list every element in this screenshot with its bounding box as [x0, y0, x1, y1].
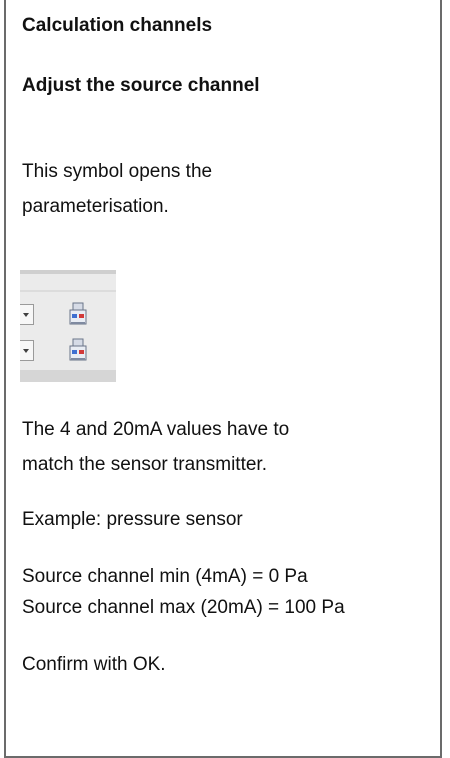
note-line-1: The 4 and 20mA values have to	[22, 419, 290, 440]
toolbar-bottom-band	[20, 370, 116, 382]
sensor-device-icon	[69, 338, 87, 361]
intro-line-1: This symbol opens the	[22, 161, 213, 182]
example-text: Example: pressure sensor	[22, 509, 243, 530]
panel-subheading: Adjust the source channel	[22, 75, 260, 96]
toolbar-top-band	[20, 270, 116, 274]
intro-line-2: parameterisation.	[22, 196, 169, 217]
toolbar-snippet-image	[20, 270, 116, 382]
dropdown-arrow-icon	[20, 304, 34, 325]
confirm-text: Confirm with OK.	[22, 654, 166, 675]
source-max-text: Source channel max (20mA) = 100 Pa	[22, 597, 345, 618]
dropdown-arrow-icon	[20, 340, 34, 361]
sensor-device-icon	[69, 302, 87, 325]
help-panel: Calculation channels Adjust the source c…	[4, 0, 442, 758]
toolbar-separator	[20, 290, 116, 292]
source-min-text: Source channel min (4mA) = 0 Pa	[22, 566, 308, 587]
note-line-2: match the sensor transmitter.	[22, 454, 267, 475]
panel-heading: Calculation channels	[22, 15, 213, 36]
